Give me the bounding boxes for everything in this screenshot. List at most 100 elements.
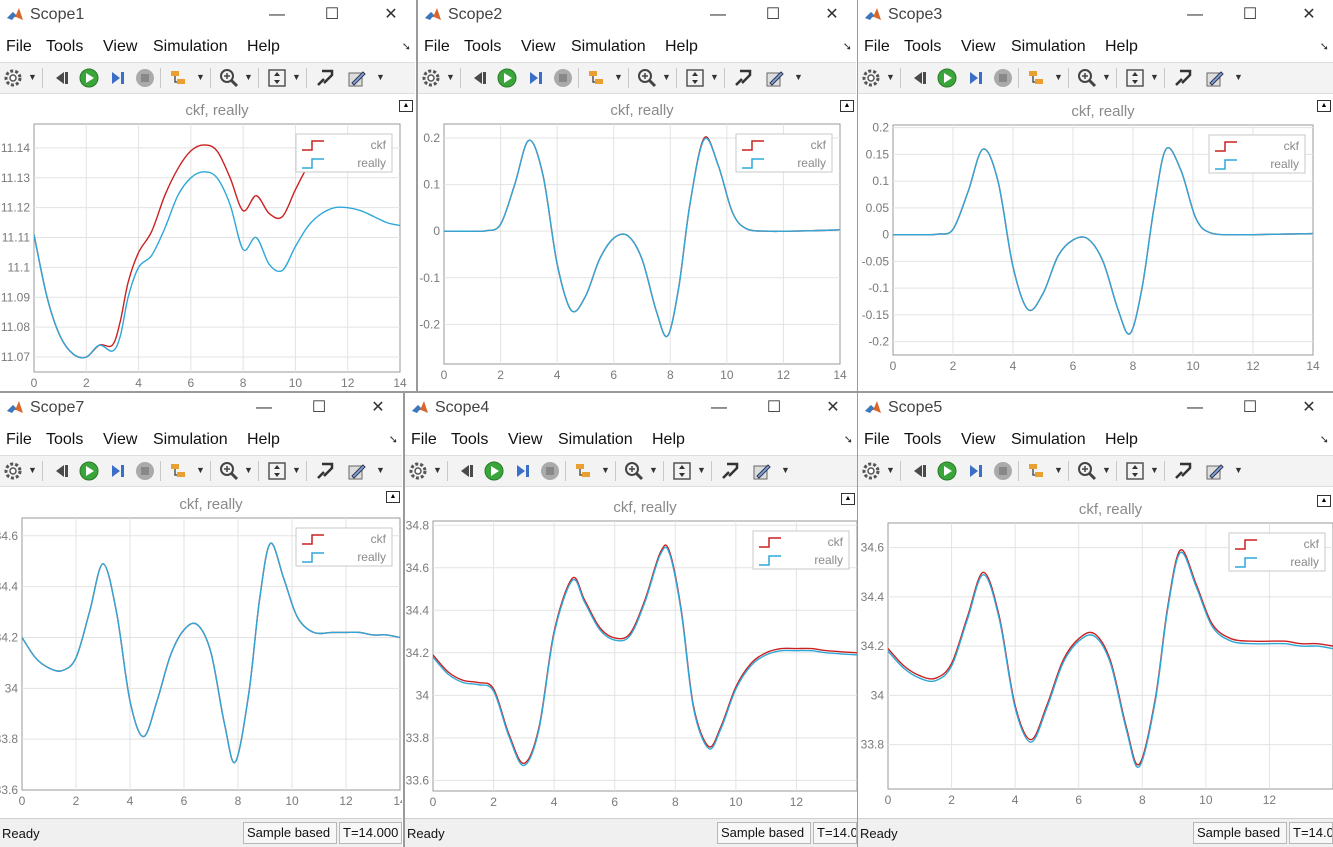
title-bar[interactable]: Scope3 — ☐ ✕ — [858, 0, 1333, 32]
close-icon[interactable]: ✕ — [821, 397, 845, 419]
menu-view[interactable]: View — [103, 431, 137, 449]
close-icon[interactable]: ✕ — [820, 4, 844, 26]
menu-tools[interactable]: Tools — [451, 431, 488, 449]
pin-menu-icon[interactable]: ➘ — [402, 40, 411, 53]
chevron-down-icon[interactable]: ▼ — [1234, 72, 1243, 82]
close-icon[interactable]: ✕ — [379, 4, 403, 26]
cursor-icon[interactable] — [314, 67, 336, 89]
title-bar[interactable]: Scope1 — ☐ ✕ — [0, 0, 415, 32]
pin-menu-icon[interactable]: ➘ — [1320, 433, 1329, 446]
chevron-down-icon[interactable]: ▼ — [28, 465, 37, 475]
chevron-down-icon[interactable]: ▼ — [1150, 72, 1159, 82]
scope-plot-svg[interactable]: 0 2 4 6 8 10 12 14 -0.2 -0.1 0 0.1 0.2 ckf really — [418, 96, 856, 390]
chevron-down-icon[interactable]: ▼ — [1054, 465, 1063, 475]
chevron-down-icon[interactable]: ▼ — [376, 72, 385, 82]
gear-icon[interactable] — [860, 67, 882, 89]
chevron-down-icon[interactable]: ▼ — [662, 72, 671, 82]
stop-icon[interactable] — [539, 460, 561, 482]
menu-help[interactable]: Help — [247, 431, 280, 449]
step-back-icon[interactable] — [455, 460, 477, 482]
gear-icon[interactable] — [860, 460, 882, 482]
menu-file[interactable]: File — [6, 431, 32, 449]
stop-icon[interactable] — [992, 460, 1014, 482]
chevron-down-icon[interactable]: ▼ — [794, 72, 803, 82]
chevron-down-icon[interactable]: ▼ — [1150, 465, 1159, 475]
scope-window-scope1[interactable]: Scope1— ☐ ✕ File Tools View Simulation Help ➘ ▼ ▼ ▼… — [0, 0, 415, 390]
minimize-icon[interactable]: — — [1183, 4, 1207, 26]
menu-view[interactable]: View — [103, 38, 137, 56]
title-bar[interactable]: Scope2 — ☐ ✕ — [418, 0, 856, 32]
highlight-icon[interactable] — [1026, 460, 1048, 482]
highlight-icon[interactable] — [1026, 67, 1048, 89]
zoom-icon[interactable] — [636, 67, 658, 89]
zoom-icon[interactable] — [1076, 460, 1098, 482]
scope-plot-svg[interactable]: 0 2 4 6 8 10 12 14 -0.2 -0.15 -0.1 -0.05 0 0.05 0.1 0.1… — [858, 96, 1333, 390]
maximize-icon[interactable]: ☐ — [1238, 4, 1262, 26]
plot-legend[interactable]: ckf really — [1208, 134, 1306, 174]
menu-simulation[interactable]: Simulation — [153, 38, 228, 56]
menu-tools[interactable]: Tools — [46, 431, 83, 449]
scope-plot-svg[interactable]: 0 2 4 6 8 10 12 14 33.6 33.8 34 34.2 34.4 34.6 ckf real… — [0, 487, 402, 819]
close-icon[interactable]: ✕ — [1297, 4, 1321, 26]
chevron-down-icon[interactable]: ▼ — [886, 465, 895, 475]
step-back-icon[interactable] — [50, 67, 72, 89]
minimize-icon[interactable]: — — [1183, 397, 1207, 419]
plot-legend[interactable]: ckf really — [295, 133, 393, 173]
edit-icon[interactable] — [346, 460, 368, 482]
plot-legend[interactable]: ckf really — [1228, 532, 1326, 572]
chevron-down-icon[interactable]: ▼ — [292, 465, 301, 475]
chevron-down-icon[interactable]: ▼ — [1102, 465, 1111, 475]
scope-window-scope7[interactable]: Scope7— ☐ ✕ File Tools View Simulation Help ➘ ▼ ▼ ▼… — [0, 393, 402, 847]
step-forward-icon[interactable] — [524, 67, 546, 89]
scope-plot-svg[interactable]: 0 2 4 6 8 10 12 33.6 33.8 34 34.2 34.4 34.6 34.8 ckf re… — [405, 489, 857, 819]
step-back-icon[interactable] — [468, 67, 490, 89]
chevron-down-icon[interactable]: ▼ — [781, 465, 790, 475]
chevron-down-icon[interactable]: ▼ — [710, 72, 719, 82]
cursor-icon[interactable] — [1172, 460, 1194, 482]
run-icon[interactable] — [483, 460, 505, 482]
zoom-icon[interactable] — [623, 460, 645, 482]
chevron-down-icon[interactable]: ▼ — [196, 72, 205, 82]
stop-icon[interactable] — [134, 67, 156, 89]
chevron-down-icon[interactable]: ▼ — [1234, 465, 1243, 475]
maximize-icon[interactable]: ☐ — [1238, 397, 1262, 419]
step-back-icon[interactable] — [908, 67, 930, 89]
scope-plot-svg[interactable]: 0 2 4 6 8 10 12 14 11.07 11.08 11.09 11.1 11.11 11.12… — [0, 96, 415, 390]
step-forward-icon[interactable] — [511, 460, 533, 482]
scope-window-scope3[interactable]: Scope3— ☐ ✕ File Tools View Simulation Help ➘ ▼ ▼ ▼… — [858, 0, 1333, 390]
title-bar[interactable]: Scope4 — ☐ ✕ — [405, 393, 857, 425]
menu-tools[interactable]: Tools — [46, 38, 83, 56]
maximize-icon[interactable]: ☐ — [762, 397, 786, 419]
chevron-down-icon[interactable]: ▼ — [1054, 72, 1063, 82]
menu-simulation[interactable]: Simulation — [571, 38, 646, 56]
run-icon[interactable] — [496, 67, 518, 89]
cursor-icon[interactable] — [1172, 67, 1194, 89]
chevron-down-icon[interactable]: ▼ — [1102, 72, 1111, 82]
gear-icon[interactable] — [420, 67, 442, 89]
highlight-icon[interactable] — [586, 67, 608, 89]
cursor-icon[interactable] — [314, 460, 336, 482]
scale-axes-icon[interactable] — [266, 460, 288, 482]
maximize-icon[interactable]: ☐ — [307, 397, 331, 419]
zoom-icon[interactable] — [218, 460, 240, 482]
minimize-icon[interactable]: — — [265, 4, 289, 26]
minimize-icon[interactable]: — — [706, 4, 730, 26]
step-forward-icon[interactable] — [106, 460, 128, 482]
menu-view[interactable]: View — [961, 431, 995, 449]
plot-legend[interactable]: ckf really — [735, 133, 833, 173]
chevron-down-icon[interactable]: ▼ — [446, 72, 455, 82]
chevron-down-icon[interactable]: ▼ — [244, 72, 253, 82]
edit-icon[interactable] — [1204, 67, 1226, 89]
menu-file[interactable]: File — [424, 38, 450, 56]
chevron-down-icon[interactable]: ▼ — [697, 465, 706, 475]
menu-help[interactable]: Help — [247, 38, 280, 56]
minimize-icon[interactable]: — — [252, 397, 276, 419]
stop-icon[interactable] — [552, 67, 574, 89]
plot-legend[interactable]: ckf really — [295, 527, 393, 567]
run-icon[interactable] — [78, 460, 100, 482]
highlight-icon[interactable] — [168, 460, 190, 482]
pin-menu-icon[interactable]: ➘ — [844, 433, 853, 446]
edit-icon[interactable] — [751, 460, 773, 482]
menu-tools[interactable]: Tools — [904, 38, 941, 56]
maximize-icon[interactable]: ☐ — [761, 4, 785, 26]
